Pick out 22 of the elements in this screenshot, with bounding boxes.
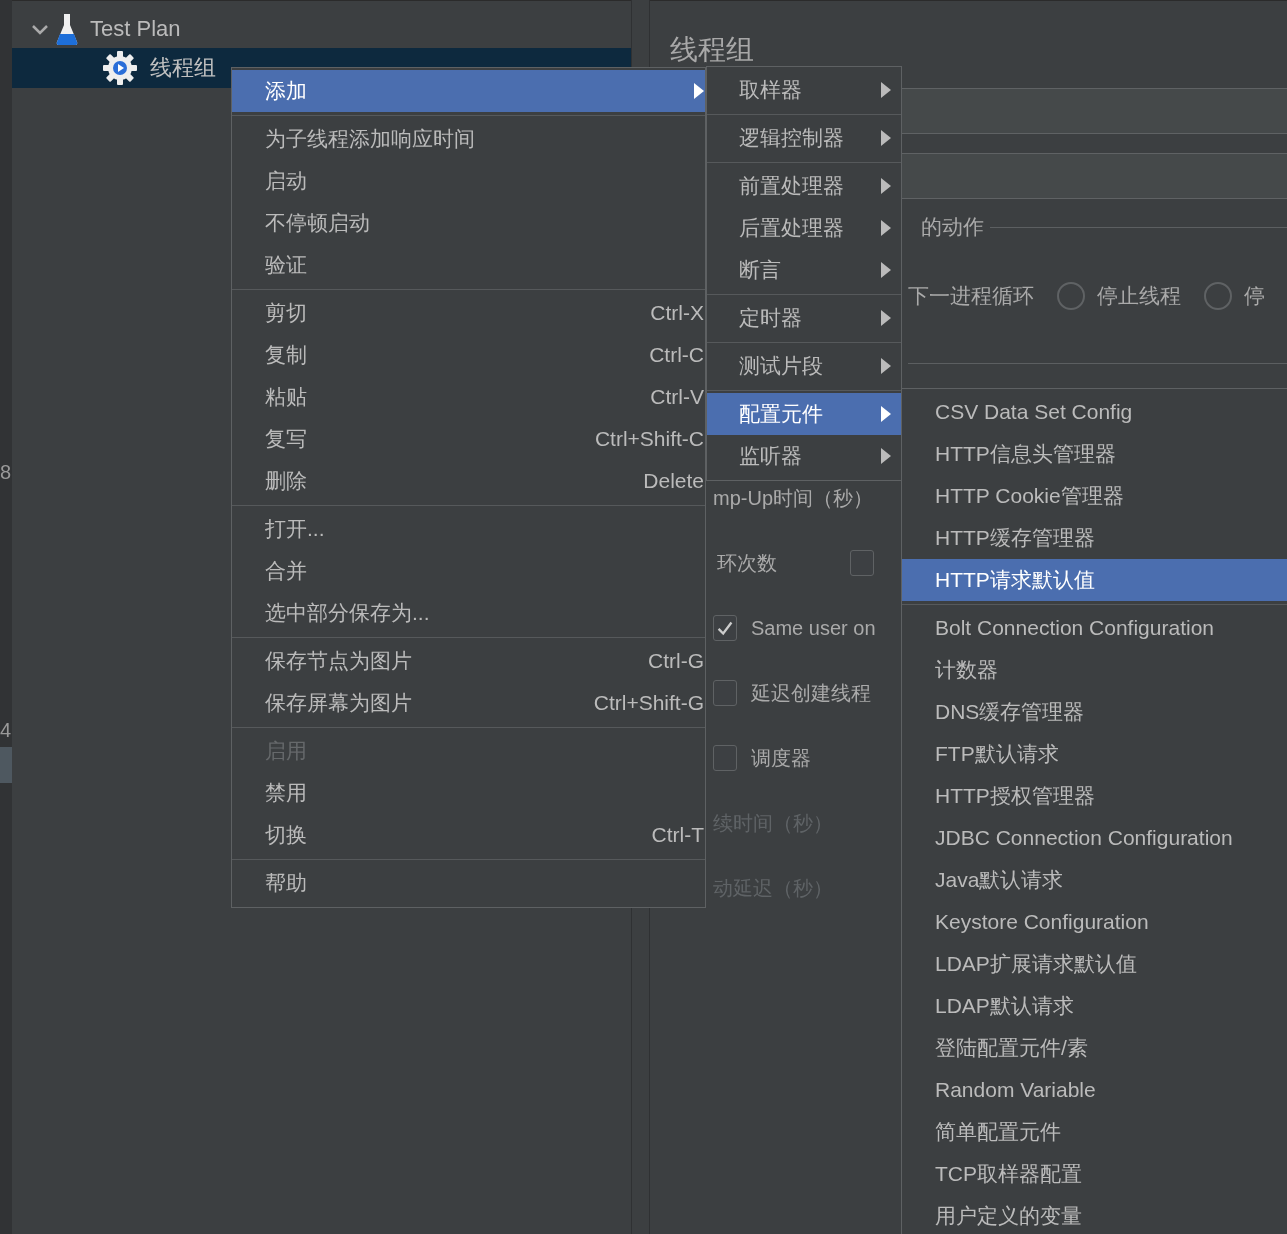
edge-label: 8	[0, 460, 12, 485]
shortcut-label: Ctrl-T	[650, 823, 704, 847]
setting-label: 调度器	[751, 745, 811, 771]
section-label: 的动作	[921, 214, 984, 240]
shortcut-label: Ctrl-G	[647, 649, 704, 673]
option-label: 下一进程循环	[908, 283, 1034, 309]
shortcut-label: Delete	[642, 469, 704, 493]
shortcut-label: Ctrl-C	[648, 343, 704, 367]
setting-label: 延迟创建线程	[751, 680, 871, 706]
option-label: 停	[1244, 283, 1265, 309]
setting-label: 环次数	[716, 550, 778, 576]
tree-label: 线程组	[150, 54, 216, 82]
tree-label: Test Plan	[90, 16, 181, 42]
edge-label: 4	[0, 718, 12, 743]
setting-label: mp-Up时间（秒）	[713, 485, 873, 511]
setting-label: Same user on	[751, 616, 876, 640]
panel-title: 线程组	[670, 35, 755, 65]
shortcut-label: Ctrl+Shift-G	[592, 691, 704, 715]
option-label: 停止线程	[1097, 283, 1181, 309]
shortcut-label: Ctrl-V	[649, 385, 704, 409]
shortcut-label: Ctrl-X	[649, 301, 704, 325]
shortcut-label: Ctrl+Shift-C	[593, 427, 704, 451]
